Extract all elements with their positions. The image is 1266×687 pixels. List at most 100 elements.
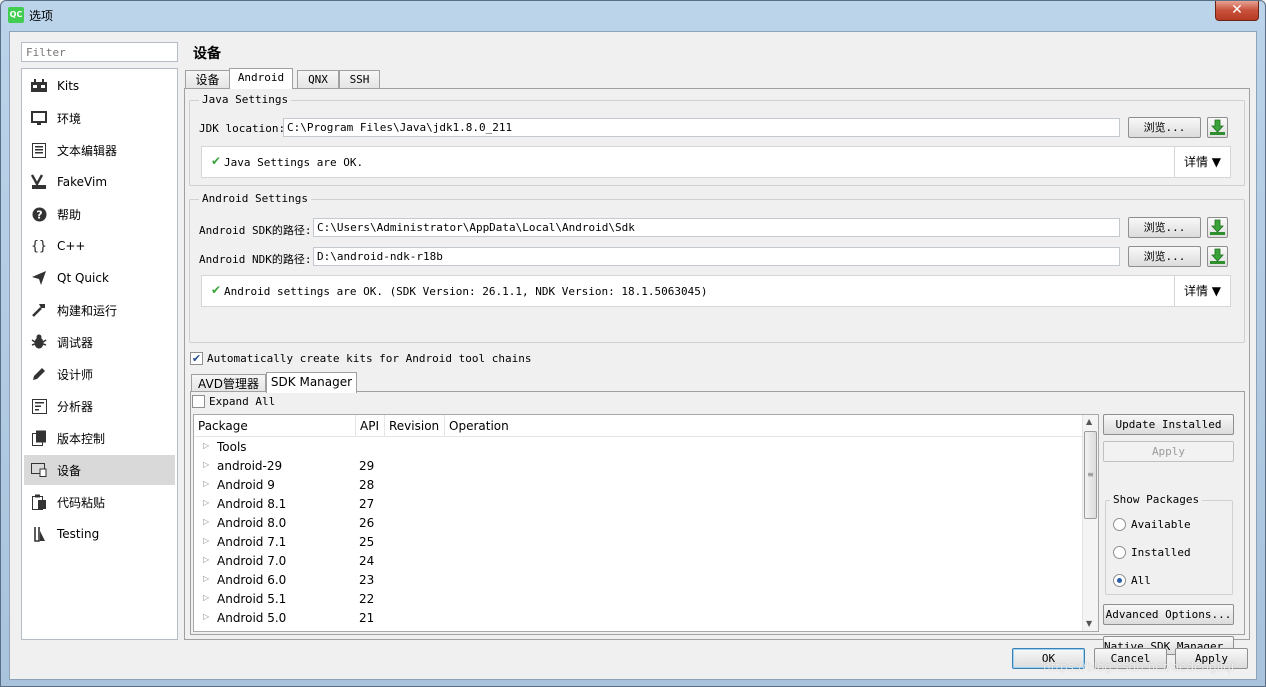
android-tab-panel: Java Settings JDK location: C:\Program F… <box>184 88 1250 655</box>
device-icon <box>30 461 48 479</box>
text-editor-icon <box>30 141 48 159</box>
nav-item-help[interactable]: ? 帮助 <box>24 199 175 229</box>
sdk-browse-button[interactable]: 浏览... <box>1128 217 1201 238</box>
tab-sdk-manager[interactable]: SDK Manager <box>266 372 357 393</box>
column-header-package[interactable]: Package <box>194 415 356 437</box>
radio-installed[interactable] <box>1113 546 1126 559</box>
tree-row[interactable]: ▷ Tools <box>194 438 1084 457</box>
radio-all-label: All <box>1131 574 1151 587</box>
jdk-download-button[interactable] <box>1207 117 1228 138</box>
sdk-download-button[interactable] <box>1207 217 1228 238</box>
tab-devices[interactable]: 设备 <box>185 70 230 89</box>
package-name: Android 7.0 <box>217 554 287 568</box>
nav-item-analyzer[interactable]: 分析器 <box>24 391 175 421</box>
expand-arrow-icon[interactable]: ▷ <box>203 574 209 583</box>
nav-label: 代码粘贴 <box>57 495 106 510</box>
update-installed-button[interactable]: Update Installed <box>1103 414 1234 435</box>
tree-scrollbar[interactable]: ▲ ≡ ▼ <box>1082 415 1098 631</box>
tree-row[interactable]: ▷ Android 8.0 26 <box>194 514 1084 533</box>
nav-label: Testing <box>57 527 100 541</box>
scroll-thumb[interactable]: ≡ <box>1084 431 1097 519</box>
nav-item-devices[interactable]: 设备 <box>24 455 175 485</box>
ndk-path-label: Android NDK的路径: <box>199 253 312 266</box>
options-window: QC 选项 ✕ Kits 环境 文本编辑器 FakeVim <box>0 0 1266 687</box>
tree-row[interactable]: ▷ Android 5.0 21 <box>194 609 1084 628</box>
expand-arrow-icon[interactable]: ▷ <box>203 460 209 469</box>
tree-row[interactable]: ▷ Android 7.0 24 <box>194 552 1084 571</box>
nav-item-code-paster[interactable]: 代码粘贴 <box>24 487 175 517</box>
nav-label: 设备 <box>57 463 82 478</box>
radio-available[interactable] <box>1113 518 1126 531</box>
auto-create-kits-checkbox[interactable]: ✔ <box>190 352 203 365</box>
tree-row[interactable]: ▷ Android 9 28 <box>194 476 1084 495</box>
tree-row[interactable]: ▷ Android 6.0 23 <box>194 571 1084 590</box>
java-details-button[interactable]: 详情 ▼ <box>1174 147 1230 177</box>
nav-item-testing[interactable]: Testing <box>24 519 175 549</box>
nav-item-version-control[interactable]: 版本控制 <box>24 423 175 453</box>
tree-row[interactable]: ▷ Android 7.1 25 <box>194 533 1084 552</box>
tree-row[interactable]: ▷ android-29 29 <box>194 457 1084 476</box>
java-settings-group: Java Settings JDK location: C:\Program F… <box>189 93 1245 186</box>
analyzer-icon <box>30 397 48 415</box>
nav-label: FakeVim <box>57 175 108 189</box>
scroll-up-icon[interactable]: ▲ <box>1086 417 1092 426</box>
expand-all-checkbox[interactable] <box>192 395 205 408</box>
nav-item-text-editor[interactable]: 文本编辑器 <box>24 135 175 165</box>
radio-all[interactable] <box>1113 574 1126 587</box>
nav-item-environment[interactable]: 环境 <box>24 103 175 133</box>
tree-row[interactable]: ▷ Android 5.1 22 <box>194 590 1084 609</box>
ndk-browse-button[interactable]: 浏览... <box>1128 246 1201 267</box>
advanced-options-button[interactable]: Advanced Options... <box>1103 604 1234 625</box>
nav-item-fakevim[interactable]: FakeVim <box>24 167 175 197</box>
nav-label: 调试器 <box>57 335 94 350</box>
expand-arrow-icon[interactable]: ▷ <box>203 631 209 632</box>
jdk-browse-button[interactable]: 浏览... <box>1128 117 1201 138</box>
expand-arrow-icon[interactable]: ▷ <box>203 479 209 488</box>
scroll-down-icon[interactable]: ▼ <box>1086 619 1092 628</box>
jdk-location-field[interactable]: C:\Program Files\Java\jdk1.8.0_211 <box>283 118 1120 137</box>
sdk-apply-button[interactable]: Apply <box>1103 441 1234 462</box>
nav-item-kits[interactable]: Kits <box>24 71 175 101</box>
tab-ssh[interactable]: SSH <box>339 70 380 89</box>
tree-row[interactable]: ▷ Android 8.1 27 <box>194 495 1084 514</box>
filter-input[interactable] <box>21 42 178 62</box>
package-api: 21 <box>359 611 375 625</box>
expand-arrow-icon[interactable]: ▷ <box>203 593 209 602</box>
expand-arrow-icon[interactable]: ▷ <box>203 498 209 507</box>
column-header-revision[interactable]: Revision <box>385 415 445 437</box>
title-bar[interactable]: QC 选项 ✕ <box>1 1 1265 29</box>
radio-installed-label: Installed <box>1131 546 1191 559</box>
expand-arrow-icon[interactable]: ▷ <box>203 612 209 621</box>
sdk-manager-panel: Expand All Package API Revision Operatio… <box>190 391 1245 655</box>
expand-arrow-icon[interactable]: ▷ <box>203 536 209 545</box>
ndk-path-field[interactable]: D:\android-ndk-r18b <box>313 247 1120 266</box>
sdk-path-field[interactable]: C:\Users\Administrator\AppData\Local\And… <box>313 218 1120 237</box>
column-header-api[interactable]: API <box>356 415 385 437</box>
nav-item-cpp[interactable]: {} C++ <box>24 231 175 261</box>
tab-android[interactable]: Android <box>229 68 293 89</box>
tree-row[interactable]: ▷ Android 4.4W 20 <box>194 628 1084 632</box>
tab-qnx[interactable]: QNX <box>297 70 339 89</box>
expand-arrow-icon[interactable]: ▷ <box>203 555 209 564</box>
jdk-location-label: JDK location: <box>199 122 286 135</box>
package-name: Android 7.1 <box>217 535 287 549</box>
nav-item-debugger[interactable]: 调试器 <box>24 327 175 357</box>
column-header-operation[interactable]: Operation <box>445 415 1084 437</box>
download-icon <box>1210 248 1225 264</box>
package-name: Android 4.4W <box>217 630 298 631</box>
ndk-download-button[interactable] <box>1207 246 1228 267</box>
close-button[interactable]: ✕ <box>1215 1 1259 21</box>
android-details-button[interactable]: 详情 ▼ <box>1174 276 1230 306</box>
package-tree[interactable]: Package API Revision Operation ▷ Tools ▷ an… <box>193 414 1099 632</box>
nav-item-designer[interactable]: 设计师 <box>24 359 175 389</box>
android-settings-title: Android Settings <box>199 192 311 205</box>
check-icon: ✔ <box>211 154 222 168</box>
download-icon <box>1210 219 1225 235</box>
expand-arrow-icon[interactable]: ▷ <box>203 441 209 450</box>
nav-item-build-run[interactable]: 构建和运行 <box>24 295 175 325</box>
sdk-path-label: Android SDK的路径: <box>199 224 312 237</box>
show-packages-title: Show Packages <box>1110 493 1203 506</box>
qtcreator-app-icon: QC <box>8 7 24 23</box>
nav-item-qt-quick[interactable]: Qt Quick <box>24 263 175 293</box>
expand-arrow-icon[interactable]: ▷ <box>203 517 209 526</box>
